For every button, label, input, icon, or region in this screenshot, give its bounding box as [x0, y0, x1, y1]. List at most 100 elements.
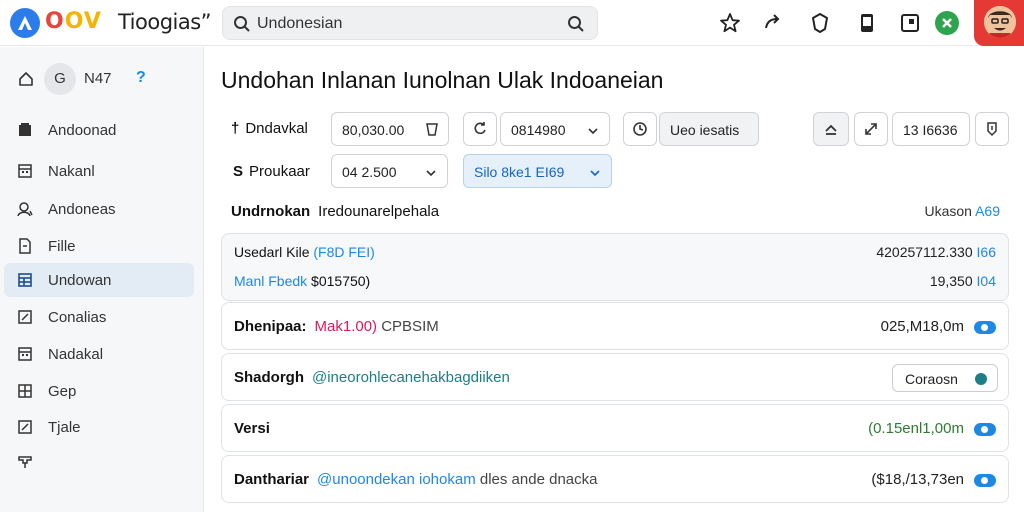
share-icon[interactable] — [762, 12, 784, 34]
sidebar-item-label: Andoneas — [48, 201, 116, 218]
chevron-down-icon — [425, 166, 437, 182]
detail-row[interactable]: Dhenipaa: Mak1.00) CPBSIM 025,M18,0m — [221, 302, 1009, 350]
sidebar-item-label: Nadakal — [48, 346, 104, 363]
sidebar-header: G N47 ? — [0, 61, 204, 97]
size-select-value: Silo 8ke1 EI69 — [474, 164, 565, 180]
action-button[interactable]: Coraosn — [892, 364, 998, 392]
brand-wordmark: OOV — [45, 9, 102, 34]
detail-row-text: Dhenipaa: Mak1.00) CPBSIM — [234, 318, 439, 335]
avatar[interactable] — [984, 6, 1016, 38]
detail-row[interactable]: Shadorgh @ineorohlecanehakbagdiiken Corao… — [221, 353, 1009, 401]
summary-line-1: Usedarl Kile (F8D FEI) — [234, 244, 375, 260]
app-name: Tioogias” — [118, 10, 212, 34]
sidebar-item-flag[interactable] — [4, 445, 194, 479]
sidebar-item-label: Undowan — [48, 272, 112, 289]
sidebar-item-tjale[interactable]: Tjale — [4, 410, 194, 444]
person-icon — [17, 201, 33, 222]
detail-row-text: Danthariar @unoondekan iohokam dles ande … — [234, 471, 598, 488]
summary-card: Usedarl Kile (F8D FEI) 420257112.330 I66… — [221, 233, 1009, 301]
query-input[interactable]: Ueo iesatis — [659, 112, 759, 146]
toggle-switch[interactable] — [974, 473, 996, 487]
code-select-value: 0814980 — [511, 122, 566, 138]
sidebar-item-gep[interactable]: Gep — [4, 374, 194, 408]
sidebar-item-conalias[interactable]: Conalias — [4, 300, 194, 334]
sidebar-item-andoneas[interactable]: Andoneas — [4, 192, 194, 226]
summary-right-1: 420257112.330 I66 — [876, 244, 996, 260]
workspace-avatar[interactable]: G — [44, 63, 76, 95]
close-badge-icon[interactable] — [935, 11, 959, 35]
status-dot-icon — [975, 373, 987, 385]
total-value: 13 I6636 — [903, 122, 958, 138]
sidebar-item-label: Fille — [48, 238, 76, 255]
summary-line-2: Manl Fbedk $015750) — [234, 273, 371, 289]
row1-label: † Dndavkal — [231, 120, 308, 137]
row2-label: S Proukaar — [233, 163, 310, 180]
search-submit-icon[interactable] — [567, 15, 585, 38]
detail-row-value: (0.15enl1,00m — [868, 420, 996, 437]
flag-icon — [17, 454, 33, 475]
upload-button[interactable] — [813, 112, 849, 146]
window-icon[interactable] — [899, 12, 921, 34]
code-select[interactable]: 0814980 — [500, 112, 610, 146]
summary-right-2: 19,350 I04 — [929, 273, 996, 289]
detail-row[interactable]: Versi (0.15enl1,00m — [221, 404, 1009, 452]
brand-logo-icon[interactable] — [10, 8, 40, 38]
info-icon — [987, 122, 997, 137]
cup-icon — [424, 121, 440, 140]
profile-area[interactable] — [974, 0, 1024, 46]
toggle-switch[interactable] — [974, 320, 996, 334]
amount-value: 80,030.00 — [342, 122, 405, 138]
size-select[interactable]: Silo 8ke1 EI69 — [463, 154, 612, 188]
calendar-icon — [17, 163, 33, 184]
edit-icon — [17, 309, 33, 330]
sidebar-item-undowan[interactable]: Undowan — [4, 263, 194, 297]
grid-icon — [17, 272, 33, 293]
refresh-button[interactable] — [463, 112, 497, 146]
detail-row-value: 025,M18,0m — [881, 318, 996, 335]
main-content: Undohan Inlanan Iunolnan Ulak Indoaneian… — [205, 47, 1024, 512]
sidebar-item-label: Andoonad — [48, 122, 117, 139]
toggle-switch[interactable] — [974, 422, 996, 436]
info-button[interactable] — [975, 112, 1009, 146]
amount-field[interactable]: 80,030.00 — [331, 112, 449, 146]
table-icon — [17, 383, 33, 404]
home-icon[interactable] — [18, 71, 34, 92]
history-button[interactable] — [623, 112, 657, 146]
search-icon — [233, 15, 251, 38]
chevron-down-icon — [587, 124, 599, 140]
phone-icon[interactable] — [856, 12, 878, 34]
sidebar-item-nakanl[interactable]: Nakanl — [4, 154, 194, 188]
detail-row-value: ($18,/13,73en — [871, 471, 996, 488]
refresh-icon — [474, 122, 486, 135]
sidebar-item-label: Gep — [48, 383, 77, 400]
file-icon — [17, 238, 33, 259]
info-right: Ukason A69 — [924, 203, 1000, 219]
sidebar-item-fille[interactable]: Fille — [4, 229, 194, 263]
sidebar-item-label: Tjale — [48, 419, 81, 436]
help-icon[interactable]: ? — [136, 69, 146, 87]
info-line: Undrnokan Iredounarelpehala — [231, 203, 440, 220]
expand-button[interactable] — [854, 112, 888, 146]
expand-icon — [865, 123, 877, 135]
detail-row-text: Versi — [234, 420, 270, 437]
top-bar: OOV Tioogias” Undonesian — [0, 0, 1024, 46]
sidebar-item-label: Nakanl — [48, 163, 95, 180]
detail-row-text: Shadorgh @ineorohlecanehakbagdiiken — [234, 369, 510, 386]
sidebar: G N47 ? Andoonad Nakanl Andoneas Fille U… — [0, 47, 204, 512]
sidebar-item-andoonad[interactable]: Andoonad — [4, 113, 194, 147]
detail-row[interactable]: Danthariar @unoondekan iohokam dles ande … — [221, 455, 1009, 503]
sidebar-item-nadakal[interactable]: Nadakal — [4, 337, 194, 371]
total-field[interactable]: 13 I6636 — [892, 112, 970, 146]
page-title: Undohan Inlanan Iunolnan Ulak Indoaneian — [221, 67, 664, 93]
chevron-down-icon — [589, 166, 601, 182]
quantity-select[interactable]: 04 2.500 — [331, 154, 448, 188]
quantity-select-value: 04 2.500 — [342, 164, 397, 180]
upload-icon — [825, 124, 837, 135]
note-icon — [17, 122, 33, 143]
star-icon[interactable] — [719, 12, 741, 34]
search-bar[interactable]: Undonesian — [222, 6, 598, 40]
shield-icon[interactable] — [809, 12, 831, 34]
search-input[interactable]: Undonesian — [257, 15, 342, 33]
workspace-label: N47 — [84, 70, 112, 87]
calendar-icon — [17, 346, 33, 367]
